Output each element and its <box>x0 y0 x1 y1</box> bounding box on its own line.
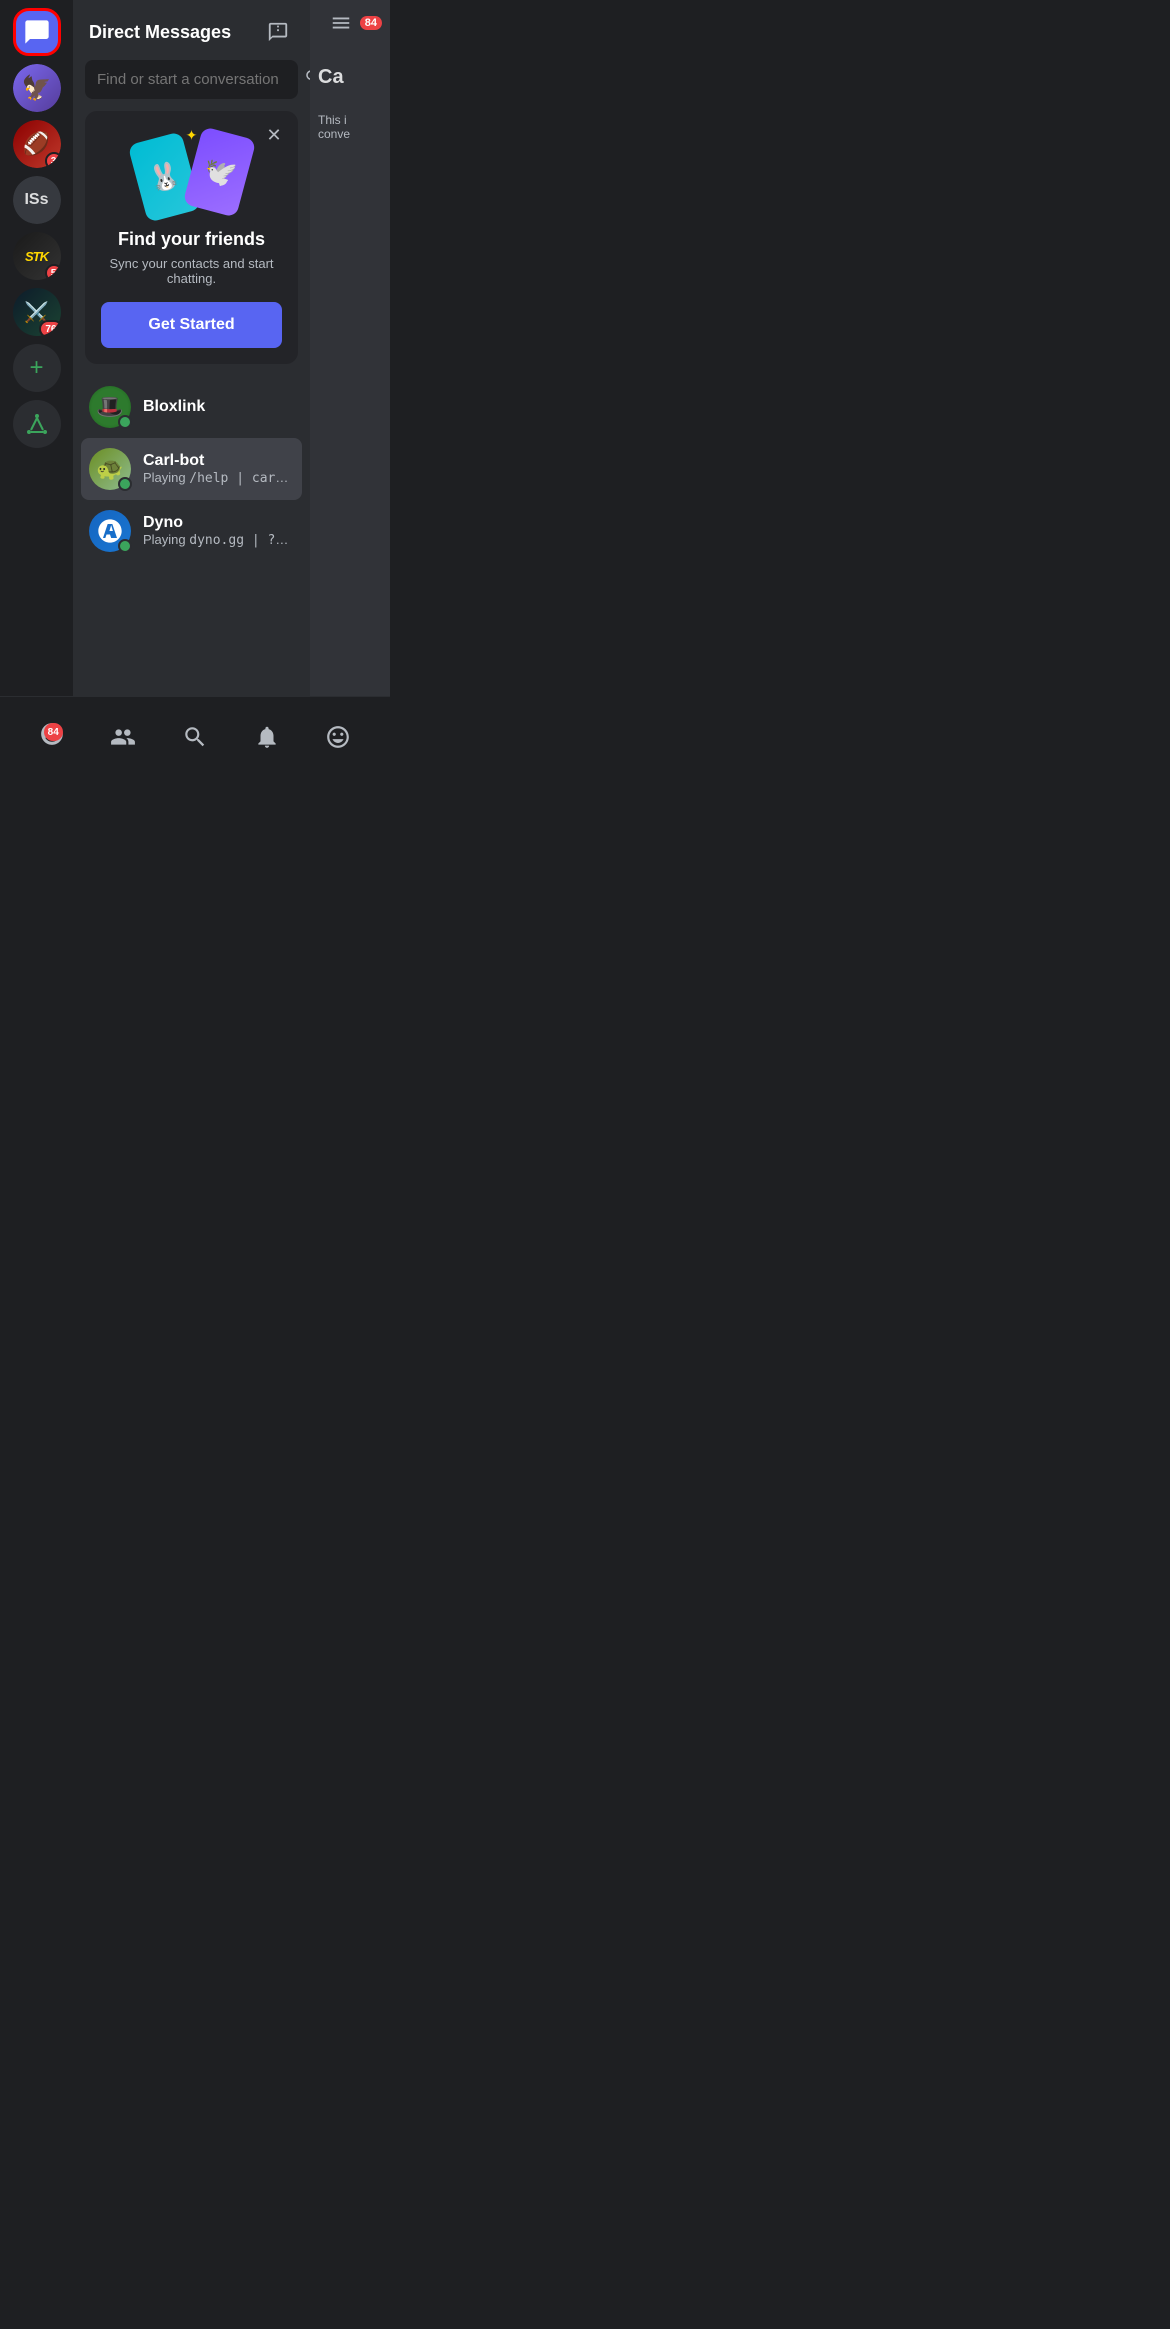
dm-avatar-dyno <box>89 510 131 552</box>
find-friends-title: Find your friends <box>101 229 282 250</box>
dm-name-carlbot: Carl-bot <box>143 452 294 470</box>
dm-avatar-carlbot: 🐢 <box>89 448 131 490</box>
dm-item-bloxlink[interactable]: 🎩 Bloxlink <box>81 376 302 438</box>
add-server-button[interactable]: + <box>13 344 61 392</box>
dm-info-bloxlink: Bloxlink <box>143 398 294 416</box>
phones-illustration: 🐰 🕊️ ✦ <box>132 127 252 217</box>
right-panel-badge: 84 <box>360 16 382 30</box>
dm-name-dyno: Dyno <box>143 514 294 532</box>
friends-icon <box>110 724 136 750</box>
find-friends-subtitle: Sync your contacts and start chatting. <box>101 256 282 286</box>
dm-info-carlbot: Carl-bot Playing /help | carl.gg <box>143 452 294 486</box>
right-panel-menu-icon <box>330 12 352 34</box>
dm-list: 🎩 Bloxlink 🐢 <box>73 376 310 696</box>
dm-name-bloxlink: Bloxlink <box>143 398 294 416</box>
sidebar-item-stk[interactable]: STK 5 <box>13 232 61 280</box>
nav-badge-home: 84 <box>44 723 63 741</box>
browse-servers-button[interactable] <box>13 400 61 448</box>
sidebar-item-bird[interactable]: 🦅 <box>13 64 61 112</box>
sidebar-item-iss[interactable]: ISs <box>13 176 61 224</box>
nav-item-profile[interactable] <box>317 716 359 758</box>
close-card-button[interactable]: ✕ <box>262 123 286 147</box>
dm-header: Direct Messages <box>73 0 310 60</box>
dm-avatar-bloxlink: 🎩 <box>89 386 131 428</box>
main-content: 🦅 🏈 3 ISs STK 5 ⚔️ 76 <box>0 0 390 696</box>
friends-illustration: 🐰 🕊️ ✦ <box>101 127 282 217</box>
sidebar-item-war[interactable]: ⚔️ 76 <box>13 288 61 336</box>
dm-item-carlbot[interactable]: 🐢 Carl-bot Playing /help | carl.gg <box>81 438 302 500</box>
right-panel-partial-text: Ca <box>310 46 390 109</box>
new-dm-icon <box>267 21 289 43</box>
find-friends-card: ✕ 🐰 🕊️ ✦ Find your friends Sync your con… <box>85 111 298 364</box>
nav-item-home[interactable]: 84 <box>31 713 73 760</box>
right-panel: 84 Ca This iconve <box>310 0 390 696</box>
badge-helmet: 3 <box>45 152 61 168</box>
message-icon <box>23 18 51 46</box>
right-panel-partial-desc: This iconve <box>310 109 390 145</box>
search-input[interactable] <box>97 71 296 88</box>
online-indicator-carlbot <box>118 477 132 491</box>
search-bar[interactable] <box>85 60 298 99</box>
iss-label: ISs <box>13 176 61 224</box>
emoji-icon <box>325 724 351 750</box>
network-icon <box>25 412 49 436</box>
online-indicator-dyno <box>118 539 132 553</box>
nav-item-notifications[interactable] <box>246 716 288 758</box>
dyno-status-value: dyno.gg | ?help <box>189 532 294 548</box>
badge-war: 76 <box>39 320 60 336</box>
nav-item-search[interactable] <box>174 716 216 758</box>
sparkle-icon: ✦ <box>186 127 198 144</box>
nav-search-icon <box>182 724 208 750</box>
dm-info-dyno: Dyno Playing dyno.gg | ?help <box>143 514 294 548</box>
dm-status-carlbot: Playing /help | carl.gg <box>143 470 294 486</box>
badge-stk: 5 <box>45 264 61 280</box>
sidebar: 🦅 🏈 3 ISs STK 5 ⚔️ 76 <box>0 0 73 696</box>
carlbot-status-keyword: Playing <box>143 470 189 485</box>
dm-panel: Direct Messages ✕ <box>73 0 310 696</box>
dm-panel-title: Direct Messages <box>89 22 231 43</box>
dyno-status-keyword: Playing <box>143 532 189 547</box>
app-container: 🦅 🏈 3 ISs STK 5 ⚔️ 76 <box>0 0 390 776</box>
dm-status-dyno: Playing dyno.gg | ?help <box>143 532 294 548</box>
nav-item-friends[interactable] <box>102 716 144 758</box>
carlbot-status-value: /help | carl.gg <box>189 470 294 486</box>
online-indicator-bloxlink <box>118 415 132 429</box>
bottom-nav: 84 <box>0 696 390 776</box>
sidebar-item-helmet[interactable]: 🏈 3 <box>13 120 61 168</box>
new-dm-button[interactable] <box>262 16 294 48</box>
dm-item-dyno[interactable]: Dyno Playing dyno.gg | ?help <box>81 500 302 562</box>
bell-icon <box>254 724 280 750</box>
get-started-button[interactable]: Get Started <box>101 302 282 348</box>
sidebar-item-dm[interactable] <box>13 8 61 56</box>
